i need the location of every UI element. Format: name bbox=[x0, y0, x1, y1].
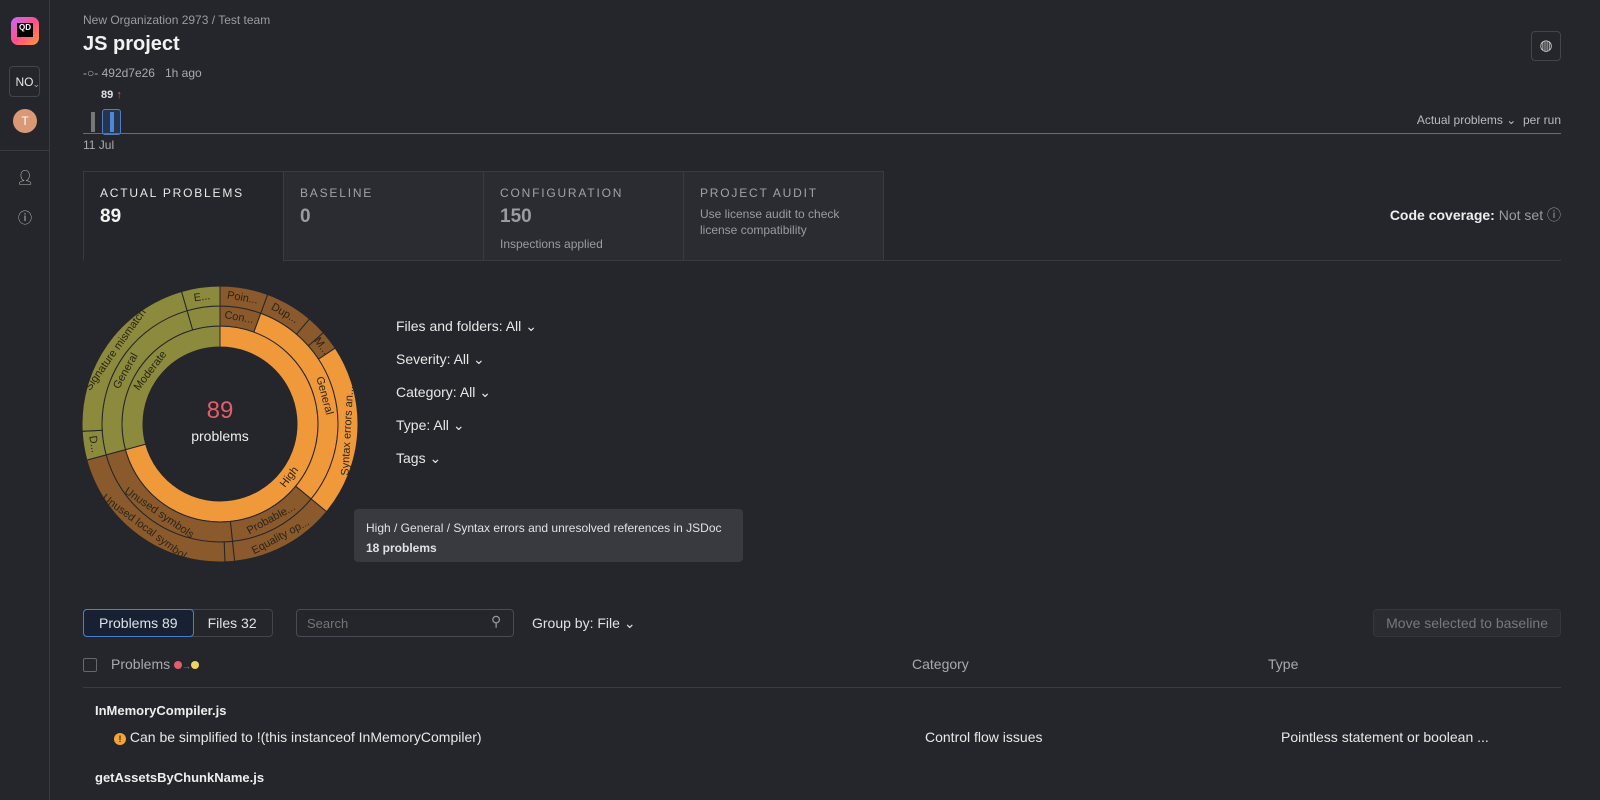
severity-low-dot bbox=[191, 661, 200, 670]
file-group[interactable]: InMemoryCompiler.js bbox=[95, 703, 226, 718]
sunburst-chart[interactable]: HighModerateCon...GeneralProbable...Unus… bbox=[80, 284, 360, 564]
chevron-down-icon: ⌄ bbox=[1502, 113, 1520, 127]
commit-info: -○- 492d7e26 1h ago bbox=[83, 66, 202, 80]
qodana-logo[interactable]: QD bbox=[11, 17, 39, 45]
search-icon[interactable]: ⚲ bbox=[491, 613, 501, 630]
view-toggle: Problems 89 Files 32 bbox=[83, 609, 273, 637]
total-label: problems bbox=[191, 428, 249, 444]
sunburst-label: E... bbox=[193, 290, 211, 304]
run-bar-selected[interactable] bbox=[102, 109, 121, 135]
chevron-down-icon: ⌄ bbox=[473, 351, 485, 367]
chevron-down-icon: ⌄ bbox=[623, 615, 636, 631]
help-icon[interactable]: ⓘ bbox=[1547, 207, 1561, 223]
problem-category: Control flow issues bbox=[925, 729, 1043, 745]
chevron-down-icon: ⌄ bbox=[32, 79, 40, 89]
total-count: 89 bbox=[207, 397, 234, 424]
chart-tooltip: High / General / Syntax errors and unres… bbox=[354, 509, 743, 562]
chevron-down-icon: ⌄ bbox=[452, 417, 465, 433]
tab-project-audit[interactable]: PROJECT AUDIT Use license audit to check … bbox=[683, 171, 884, 261]
run-bar[interactable] bbox=[91, 112, 95, 132]
tab-baseline[interactable]: BASELINE 0 bbox=[283, 171, 484, 261]
filter-severity[interactable]: Severity: All ⌄ bbox=[396, 351, 537, 384]
metric-selector[interactable]: Actual problems ⌄ per run bbox=[1417, 113, 1561, 127]
filter-files[interactable]: Files and folders: All ⌄ bbox=[396, 318, 537, 351]
move-to-baseline-button[interactable]: Move selected to baseline bbox=[1373, 609, 1561, 637]
divider bbox=[0, 150, 50, 151]
chevron-down-icon: ⌄ bbox=[429, 450, 442, 466]
code-coverage: Code coverage: Not set ⓘ bbox=[1389, 207, 1561, 223]
column-problems[interactable]: Problems → bbox=[111, 656, 200, 672]
tab-files[interactable]: Files 32 bbox=[193, 610, 272, 636]
commit-icon: -○- bbox=[83, 66, 99, 80]
avatar[interactable]: T bbox=[13, 109, 37, 133]
globe-icon[interactable]: ◍ bbox=[1531, 31, 1561, 61]
chevron-down-icon: ⌄ bbox=[479, 384, 491, 400]
severity-high-dot bbox=[174, 661, 183, 670]
select-all-checkbox[interactable] bbox=[83, 658, 97, 672]
user-icon[interactable]: 👤︎ bbox=[16, 169, 34, 187]
sunburst-segment[interactable] bbox=[223, 540, 236, 563]
timeline-axis bbox=[83, 133, 1561, 134]
filter-tags[interactable]: Tags ⌄ bbox=[396, 450, 537, 483]
organization-switcher[interactable]: NO ⌄ bbox=[9, 66, 40, 97]
table-header: Problems → Category Type bbox=[83, 656, 1561, 688]
filter-type[interactable]: Type: All ⌄ bbox=[396, 417, 537, 450]
tab-actual-problems[interactable]: ACTUAL PROBLEMS 89 bbox=[83, 171, 284, 261]
search-input[interactable] bbox=[296, 609, 514, 637]
sidebar: QD NO ⌄ T 👤︎ ⓘ bbox=[0, 0, 50, 800]
filter-category[interactable]: Category: All ⌄ bbox=[396, 384, 537, 417]
run-count: 89 ↑ bbox=[101, 89, 122, 101]
tab-configuration[interactable]: CONFIGURATION 150 Inspections applied bbox=[483, 171, 684, 261]
problem-row[interactable]: ! Can be simplified to !(this instanceof… bbox=[114, 729, 482, 745]
filters: Files and folders: All ⌄ Severity: All ⌄… bbox=[396, 318, 537, 483]
problem-type: Pointless statement or boolean ... bbox=[1281, 729, 1489, 745]
help-icon[interactable]: ⓘ bbox=[16, 208, 34, 226]
chevron-down-icon: ⌄ bbox=[525, 318, 537, 334]
warning-icon: ! bbox=[114, 733, 126, 745]
column-category[interactable]: Category bbox=[912, 656, 969, 672]
breadcrumb[interactable]: New Organization 2973 / Test team bbox=[83, 13, 270, 27]
file-group[interactable]: getAssetsByChunkName.js bbox=[95, 770, 264, 785]
column-type[interactable]: Type bbox=[1268, 656, 1298, 672]
tab-problems[interactable]: Problems 89 bbox=[83, 609, 194, 637]
summary-tabs: ACTUAL PROBLEMS 89 BASELINE 0 CONFIGURATIO… bbox=[83, 171, 1561, 261]
group-by-dropdown[interactable]: Group by: File ⌄ bbox=[532, 615, 636, 632]
timeline-date: 11 Jul bbox=[83, 138, 115, 152]
page-title: JS project bbox=[83, 33, 180, 55]
